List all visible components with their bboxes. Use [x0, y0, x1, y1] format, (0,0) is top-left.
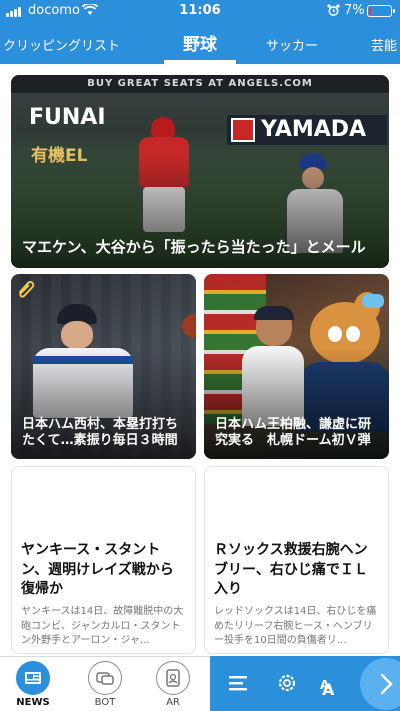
- ar-icon: [156, 661, 190, 695]
- text-article-card-left[interactable]: ヤンキース・スタントン、週明けレイズ戦から復帰か ヤンキースは14日、故障離脱中…: [11, 466, 196, 654]
- nav-bot[interactable]: BOT: [72, 657, 138, 711]
- paperclip-icon[interactable]: [15, 278, 37, 300]
- menu-icon[interactable]: [224, 668, 254, 698]
- article-headline: ヤンキース・スタントン、週明けレイズ戦から復帰か: [21, 542, 174, 598]
- battery-percent: 7%: [344, 3, 365, 18]
- tab-soccer[interactable]: サッカー: [266, 22, 318, 64]
- clock-time: 11:06: [179, 3, 221, 18]
- article-title: 日本ハム西村、本塁打打ちたくて…素振り毎日３時間: [22, 416, 179, 448]
- article-summary: ヤンキースは14日、故障離脱中の大砲コンビ、ジャンカルロ・スタントン外野手とアー…: [21, 606, 184, 646]
- photo-banner-text: BUY GREAT SEATS AT ANGELS.COM: [11, 75, 389, 93]
- article-summary: レッドソックスは14日、右ひじを痛めたリリーフ右腕ヒース・ヘンブリー投手を10日…: [214, 606, 377, 646]
- category-tabs: クリッピングリスト 野球 サッカー 芸能: [0, 22, 400, 64]
- chevron-right-icon[interactable]: [360, 658, 400, 710]
- text-article-card-right[interactable]: Ｒソックス救援右腕ヘンブリー、右ひじ痛でＩＬ入り レッドソックスは14日、右ひじ…: [204, 466, 389, 654]
- hero-article-title: マエケン、大谷から「振ったら当たった」とメール: [22, 238, 366, 257]
- alarm-icon: [327, 4, 340, 21]
- nav-bot-label: BOT: [94, 697, 116, 708]
- nav-ar-label: AR: [166, 697, 180, 708]
- nav-news[interactable]: NEWS: [0, 657, 66, 711]
- tab-clipping-list[interactable]: クリッピングリスト: [3, 22, 120, 64]
- article-headline: Ｒソックス救援右腕ヘンブリー、右ひじ痛でＩＬ入り: [214, 542, 368, 598]
- nav-ar[interactable]: AR: [140, 657, 206, 711]
- nav-news-label: NEWS: [16, 697, 50, 708]
- gear-icon[interactable]: [272, 668, 302, 698]
- news-icon: [16, 661, 50, 695]
- font-size-icon[interactable]: AA: [318, 668, 348, 699]
- news-feed[interactable]: BUY GREAT SEATS AT ANGELS.COM FUNAI 有機EL…: [0, 64, 400, 656]
- photo-sign-text: FUNAI: [29, 105, 106, 130]
- tab-baseball[interactable]: 野球: [164, 22, 236, 64]
- font-label-big: A: [322, 680, 334, 699]
- battery-icon: [367, 5, 395, 17]
- article-card-right[interactable]: 日本ハム王柏融、謙虚に研究実る 札幌ドーム初Ｖ弾: [204, 274, 389, 459]
- article-card-left[interactable]: 日本ハム西村、本塁打打ちたくて…素振り毎日３時間: [11, 274, 196, 459]
- bot-icon: [88, 661, 122, 695]
- hero-article-card[interactable]: BUY GREAT SEATS AT ANGELS.COM FUNAI 有機EL…: [11, 75, 389, 268]
- photo-sponsor-sign: YAMADA: [227, 115, 387, 145]
- status-bar: docomo 11:06 7%: [0, 0, 400, 22]
- toolbar: AA: [210, 656, 400, 711]
- tab-entertainment[interactable]: 芸能: [371, 22, 397, 64]
- article-title: 日本ハム王柏融、謙虚に研究実る 札幌ドーム初Ｖ弾: [215, 416, 372, 448]
